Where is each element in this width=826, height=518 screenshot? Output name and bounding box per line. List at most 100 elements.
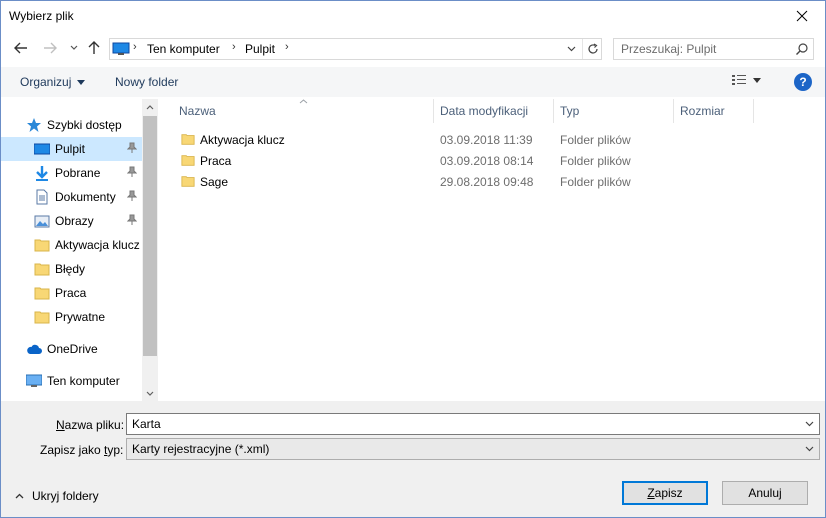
nav-item-dokumenty[interactable]: Dokumenty: [1, 185, 142, 209]
nav-item-prywatne[interactable]: Prywatne: [1, 305, 142, 329]
search-icon: [796, 43, 808, 55]
nav-item-label: Aktywacja klucz: [55, 238, 140, 252]
file-type: Folder plików: [560, 133, 631, 147]
close-icon: [796, 10, 808, 22]
file-modified: 03.09.2018 08:14: [440, 154, 534, 168]
filename-dropdown-button[interactable]: [801, 416, 817, 432]
up-arrow-icon: [88, 41, 100, 54]
scroll-thumb[interactable]: [143, 116, 157, 356]
filename-field[interactable]: Karta: [126, 413, 820, 435]
column-header-modified[interactable]: Data modyfikacji: [434, 99, 554, 123]
nav-onedrive-label: OneDrive: [47, 342, 98, 356]
new-folder-button[interactable]: Nowy folder: [115, 75, 178, 89]
pin-icon: [127, 214, 137, 225]
back-button[interactable]: [11, 38, 31, 58]
nav-item-bledy[interactable]: Błędy: [1, 257, 142, 281]
recent-locations-button[interactable]: [64, 38, 84, 58]
chevron-down-icon: [146, 391, 154, 396]
crumb-separator: ›: [232, 41, 236, 53]
filename-label-text: azwa pliku:: [64, 418, 125, 432]
column-header-label: Data modyfikacji: [440, 104, 529, 118]
nav-item-label: Obrazy: [55, 214, 94, 228]
column-header-name[interactable]: Nazwa: [173, 99, 434, 123]
refresh-button[interactable]: [582, 39, 602, 59]
nav-item-obrazy[interactable]: Obrazy: [1, 209, 142, 233]
nav-this-pc[interactable]: Ten komputer: [1, 369, 142, 393]
file-name: Aktywacja klucz: [200, 133, 285, 147]
chevron-up-icon: [146, 104, 154, 109]
caret-down-icon: [753, 77, 761, 83]
cloud-icon: [27, 344, 42, 354]
pin-icon: [127, 166, 137, 177]
desktop-icon: [34, 143, 50, 155]
column-header-size[interactable]: Rozmiar: [674, 99, 754, 123]
star-icon: [27, 118, 41, 132]
nav-item-praca[interactable]: Praca: [1, 281, 142, 305]
file-type: Folder plików: [560, 175, 631, 189]
file-type: Folder plików: [560, 154, 631, 168]
address-row: › Ten komputer › Pulpit › Przeszukaj: Pu…: [1, 33, 825, 65]
file-dialog: Wybierz plik › Ten komputer › Pulpit › P…: [0, 0, 826, 518]
chevron-up-icon: [15, 493, 24, 499]
nav-quick-access-label: Szybki dostęp: [47, 118, 122, 132]
filetype-select[interactable]: Karty rejestracyjne (*.xml): [126, 438, 820, 460]
filename-label: Nazwa pliku:: [56, 418, 124, 432]
search-placeholder: Przeszukaj: Pulpit: [621, 42, 717, 56]
nav-item-aktywacja-klucz[interactable]: Aktywacja klucz: [1, 233, 142, 257]
nav-item-label: Dokumenty: [55, 190, 116, 204]
up-button[interactable]: [84, 38, 104, 58]
nav-onedrive[interactable]: OneDrive: [1, 337, 142, 361]
pin-icon: [127, 142, 137, 153]
scroll-up-button[interactable]: [142, 99, 158, 115]
breadcrumb-ten-komputer[interactable]: Ten komputer: [147, 42, 220, 56]
close-button[interactable]: [779, 1, 825, 31]
view-options-button[interactable]: [731, 74, 761, 86]
folder-icon: [34, 239, 50, 252]
hide-folders-toggle[interactable]: Ukryj foldery: [15, 489, 99, 503]
file-row[interactable]: Aktywacja klucz 03.09.2018 11:39 Folder …: [159, 129, 825, 150]
caret-down-icon: [77, 79, 86, 85]
organize-button[interactable]: Organizuj: [20, 75, 86, 89]
column-header-type[interactable]: Typ: [554, 99, 674, 123]
nav-quick-access[interactable]: Szybki dostęp: [1, 113, 142, 137]
forward-arrow-icon: [44, 42, 57, 54]
chevron-down-icon: [567, 46, 575, 52]
filename-value: Karta: [132, 417, 161, 431]
pin-icon: [127, 190, 137, 201]
cancel-button[interactable]: Anuluj: [722, 481, 808, 505]
forward-button[interactable]: [40, 38, 60, 58]
file-row[interactable]: Sage 29.08.2018 09:48 Folder plików: [159, 171, 825, 192]
column-header-label: Rozmiar: [680, 104, 725, 118]
save-access-key: Z: [647, 486, 655, 500]
filetype-label: Zapisz jako typ:: [40, 443, 123, 457]
filename-label-access-key: N: [56, 418, 65, 432]
documents-icon: [36, 189, 48, 205]
folder-icon: [181, 134, 195, 145]
filetype-dropdown-button[interactable]: [801, 441, 817, 457]
scroll-down-button[interactable]: [142, 385, 158, 401]
save-label: apisz: [654, 486, 683, 500]
breadcrumb-pulpit[interactable]: Pulpit: [245, 42, 275, 56]
pictures-icon: [34, 215, 50, 228]
organize-label: Organizuj: [20, 75, 72, 89]
column-header-label: Typ: [560, 104, 580, 118]
nav-item-label: Prywatne: [55, 310, 106, 324]
file-name: Sage: [200, 175, 229, 189]
filetype-label-text: Zapisz jako: [40, 443, 105, 457]
address-bar[interactable]: › Ten komputer › Pulpit ›: [109, 38, 602, 60]
search-input[interactable]: Przeszukaj: Pulpit: [613, 38, 814, 60]
address-history-button[interactable]: [562, 40, 580, 58]
nav-this-pc-label: Ten komputer: [47, 374, 120, 388]
file-row[interactable]: Praca 03.09.2018 08:14 Folder plików: [159, 150, 825, 171]
nav-item-pobrane[interactable]: Pobrane: [1, 161, 142, 185]
save-form: Nazwa pliku: Karta Zapisz jako typ: Kart…: [1, 401, 825, 517]
sort-ascending-icon: [299, 99, 308, 104]
file-list: Nazwa Data modyfikacji Typ Rozmiar Aktyw…: [159, 99, 825, 401]
save-button[interactable]: Zapisz: [622, 481, 708, 505]
chevron-down-icon: [805, 421, 813, 427]
download-icon: [36, 166, 48, 181]
help-button[interactable]: ?: [794, 73, 812, 91]
nav-item-label: Pulpit: [55, 142, 86, 156]
nav-scrollbar[interactable]: [142, 99, 158, 401]
nav-item-pulpit[interactable]: Pulpit: [1, 137, 142, 161]
